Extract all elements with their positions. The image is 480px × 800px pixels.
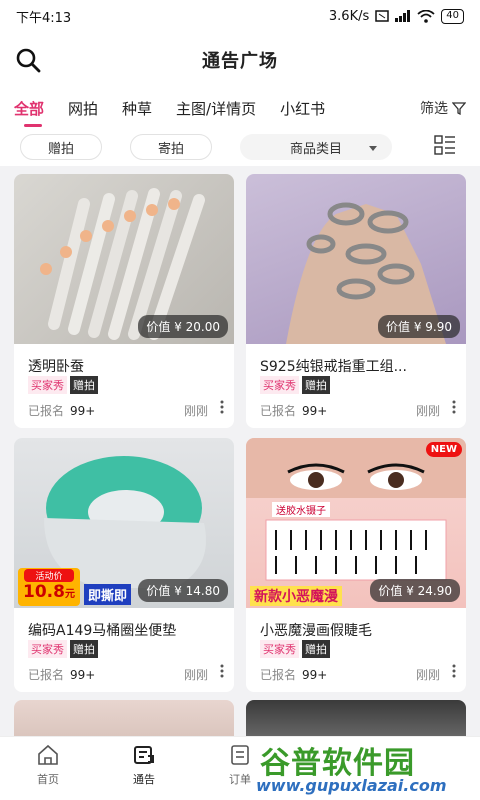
product-card[interactable]: 价值 ¥ 9.90 S925纯银戒指重工组... 买家秀 赠拍 已报名 99+ 刚… (246, 174, 466, 428)
category-tabs: 全部 网拍 种草 主图/详情页 小红书 筛选 (0, 88, 480, 128)
promo-label: 活动价 (24, 569, 74, 582)
nav-orders-label: 订单 (229, 773, 251, 786)
price-badge: 价值 ¥ 24.90 (370, 579, 460, 602)
site-watermark: 谷普软件园 www.gupuxlazai.com (256, 738, 472, 796)
orders-icon (231, 745, 249, 765)
buyer-show-tag: 买家秀 (260, 640, 299, 658)
signup-count: 已报名 99+ (28, 666, 95, 683)
more-icon[interactable] (452, 664, 456, 678)
wifi-icon (417, 9, 435, 23)
tag-group: 买家秀 赠拍 (28, 376, 98, 394)
gift-tag: 赠拍 (70, 376, 98, 394)
signup-value: 99+ (302, 404, 328, 418)
category-label: 商品类目 (289, 141, 342, 157)
gift-tag: 赠拍 (302, 376, 330, 394)
price-badge: 价值 ¥ 9.90 (378, 315, 460, 338)
funnel-icon (452, 101, 466, 115)
battery-icon: 40 (441, 8, 464, 24)
promo-badge: 活动价 10.8元 (18, 568, 80, 606)
caret-down-icon (369, 146, 377, 151)
send-shoot-filter[interactable]: 寄拍 (130, 134, 212, 160)
product-title: 小恶魔漫画假睫毛 (260, 623, 372, 639)
tab-main-image[interactable]: 主图/详情页 (176, 98, 256, 119)
product-card[interactable]: 活动价 10.8元 即撕即 价值 ¥ 14.80 编码A149马桶圈坐便垫 买家… (14, 438, 234, 692)
tab-seeding[interactable]: 种草 (122, 98, 152, 119)
post-time: 刚刚 (183, 668, 208, 682)
buyer-show-tag: 买家秀 (28, 376, 67, 394)
active-tab-indicator (24, 124, 42, 127)
post-time: 刚刚 (183, 404, 208, 418)
filter-button[interactable]: 筛选 (420, 98, 466, 118)
nav-announcements[interactable]: 通告 (96, 737, 192, 800)
signup-count: 已报名 99+ (260, 666, 327, 683)
product-title: 透明卧蚕 (28, 359, 84, 375)
network-speed: 3.6K/s (328, 8, 370, 24)
signup-count: 已报名 99+ (28, 402, 95, 419)
signup-count: 已报名 99+ (260, 402, 327, 419)
home-icon (38, 744, 58, 765)
price-badge: 价值 ¥ 14.80 (138, 579, 228, 602)
gift-shoot-filter[interactable]: 赠拍 (20, 134, 102, 160)
product-image-rings: 价值 ¥ 9.90 (246, 174, 466, 344)
gift-note: 送胶水镊子 (272, 502, 330, 517)
nav-home[interactable]: 首页 (0, 737, 96, 800)
promo-price-row: 10.8元 (18, 582, 80, 605)
signup-label: 已报名 (260, 404, 297, 418)
promo-unit: 元 (64, 589, 75, 600)
signal-icon (395, 10, 411, 22)
tab-online-shoot[interactable]: 网拍 (68, 98, 98, 119)
search-icon[interactable] (14, 46, 42, 74)
filter-label: 筛选 (420, 101, 448, 117)
gift-tag: 赠拍 (70, 640, 98, 658)
sim-icon (375, 10, 390, 22)
signup-value: 99+ (302, 668, 328, 682)
product-card[interactable]: 价值 ¥ 20.00 透明卧蚕 买家秀 赠拍 已报名 99+ 刚刚 (14, 174, 234, 428)
tag-group: 买家秀 赠拍 (28, 640, 98, 658)
product-title: S925纯银戒指重工组... (260, 359, 407, 375)
nav-announcements-label: 通告 (133, 773, 155, 786)
buyer-show-tag: 买家秀 (260, 376, 299, 394)
signup-value: 99+ (70, 668, 96, 682)
gift-tag: 赠拍 (302, 640, 330, 658)
buyer-show-tag: 买家秀 (28, 640, 67, 658)
layout-toggle-icon[interactable] (434, 135, 456, 155)
product-card-partial[interactable] (246, 700, 466, 740)
product-image-eyelashes: NEW 送胶水镊子 新款小恶魔漫 价值 ¥ 24.90 (246, 438, 466, 608)
tag-group: 买家秀 赠拍 (260, 640, 330, 658)
more-icon[interactable] (220, 400, 224, 414)
signup-value: 99+ (70, 404, 96, 418)
category-dropdown[interactable]: 商品类目 (240, 134, 392, 160)
signup-label: 已报名 (28, 668, 65, 682)
product-card-partial[interactable] (14, 700, 234, 740)
product-image-toilet-seat: 活动价 10.8元 即撕即 价值 ¥ 14.80 (14, 438, 234, 608)
status-right: 3.6K/s 40 (328, 8, 464, 24)
post-time: 刚刚 (415, 404, 440, 418)
status-time: 下午4:13 (16, 10, 72, 26)
signup-label: 已报名 (28, 404, 65, 418)
app-header: 通告广场 (0, 32, 480, 88)
watermark-url: www.gupuxlazai.com (256, 776, 447, 795)
promo-banner: 即撕即 (84, 584, 132, 605)
more-icon[interactable] (220, 664, 224, 678)
more-icon[interactable] (452, 400, 456, 414)
promo-banner: 新款小恶魔漫 (250, 586, 342, 606)
tag-group: 买家秀 赠拍 (260, 376, 330, 394)
post-time: 刚刚 (415, 668, 440, 682)
product-title: 编码A149马桶圈坐便垫 (28, 623, 177, 639)
sub-filters: 赠拍 寄拍 商品类目 (0, 128, 480, 166)
product-card[interactable]: NEW 送胶水镊子 新款小恶魔漫 价值 ¥ 24.90 小恶魔漫画假睫毛 买家秀… (246, 438, 466, 692)
new-badge: NEW (425, 442, 462, 457)
announcement-icon (134, 746, 154, 764)
price-badge: 价值 ¥ 20.00 (138, 315, 228, 338)
product-image-pencils: 价值 ¥ 20.00 (14, 174, 234, 344)
tab-xiaohongshu[interactable]: 小红书 (280, 98, 325, 119)
page-title: 通告广场 (202, 51, 278, 72)
promo-price: 10.8 (23, 582, 65, 602)
signup-label: 已报名 (260, 668, 297, 682)
tab-all[interactable]: 全部 (14, 98, 44, 119)
status-bar: 下午4:13 3.6K/s 40 (0, 0, 480, 32)
nav-home-label: 首页 (37, 773, 59, 786)
